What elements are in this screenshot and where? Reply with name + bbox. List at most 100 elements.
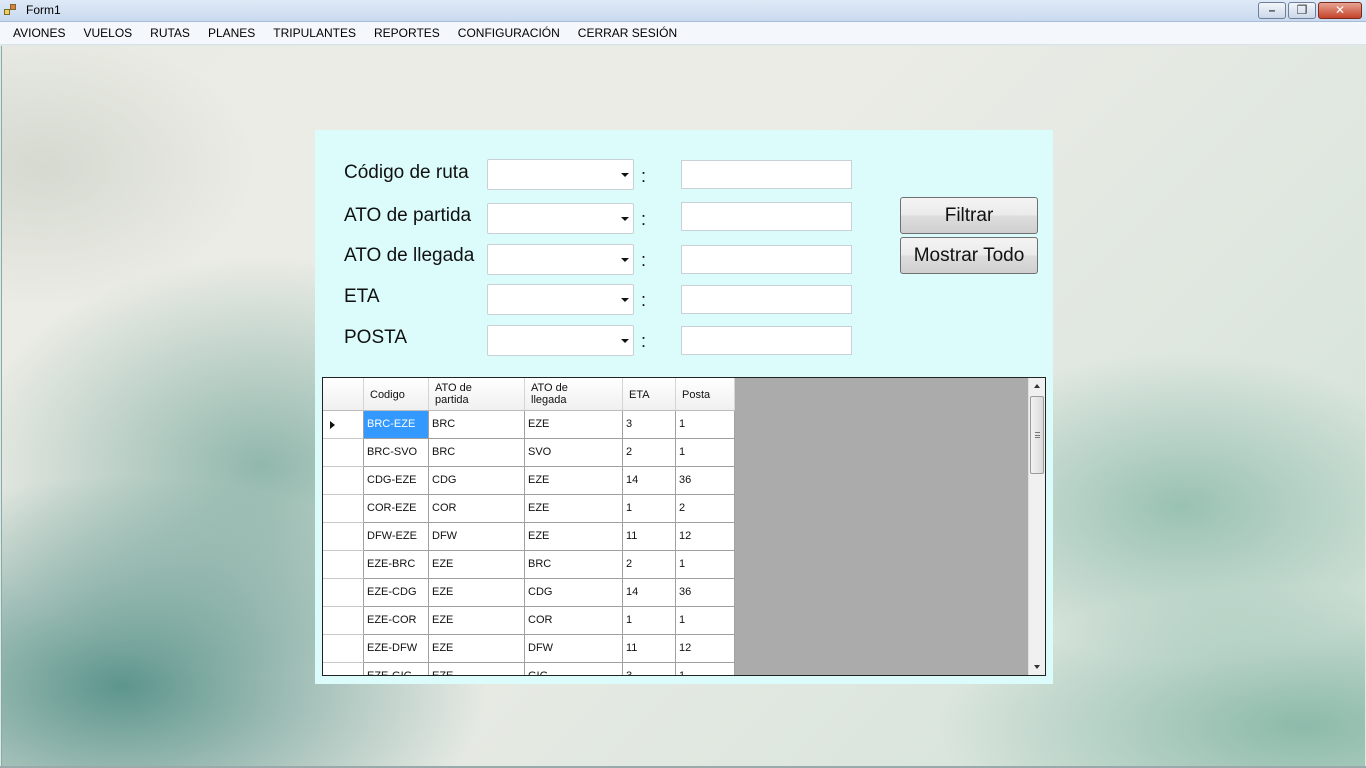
table-row[interactable]: EZE-COR EZE COR 1 1 bbox=[323, 607, 735, 635]
table-cell[interactable]: 3 bbox=[623, 663, 676, 675]
table-cell[interactable]: BRC bbox=[429, 411, 525, 439]
table-cell[interactable]: EZE bbox=[525, 467, 623, 495]
table-cell[interactable]: EZE bbox=[525, 523, 623, 551]
table-cell[interactable]: 1 bbox=[623, 495, 676, 523]
arrival-ato-combo[interactable] bbox=[487, 244, 634, 275]
eta-combo[interactable] bbox=[487, 284, 634, 315]
row-header[interactable] bbox=[323, 607, 364, 635]
table-cell[interactable]: EZE bbox=[429, 579, 525, 607]
table-cell[interactable]: EZE-COR bbox=[364, 607, 429, 635]
column-header-posta[interactable]: Posta bbox=[676, 378, 735, 411]
table-cell[interactable]: EZE-GIG bbox=[364, 663, 429, 675]
table-cell[interactable]: DFW bbox=[429, 523, 525, 551]
table-cell[interactable]: CDG bbox=[525, 579, 623, 607]
table-row[interactable]: CDG-EZE CDG EZE 14 36 bbox=[323, 467, 735, 495]
table-cell[interactable]: 11 bbox=[623, 523, 676, 551]
table-cell[interactable]: EZE-BRC bbox=[364, 551, 429, 579]
table-cell[interactable]: 1 bbox=[623, 607, 676, 635]
table-cell[interactable]: 11 bbox=[623, 635, 676, 663]
route-code-input[interactable] bbox=[681, 160, 852, 189]
posta-input[interactable] bbox=[681, 326, 852, 355]
table-cell[interactable]: 14 bbox=[623, 467, 676, 495]
table-cell[interactable]: SVO bbox=[525, 439, 623, 467]
departure-ato-input[interactable] bbox=[681, 202, 852, 231]
column-header-eta[interactable]: ETA bbox=[623, 378, 676, 411]
table-cell[interactable]: EZE bbox=[429, 607, 525, 635]
table-cell[interactable]: 2 bbox=[623, 551, 676, 579]
table-cell[interactable]: 2 bbox=[623, 439, 676, 467]
table-row[interactable]: BRC-EZE BRC EZE 3 1 bbox=[323, 411, 735, 439]
table-cell[interactable]: COR bbox=[429, 495, 525, 523]
row-header[interactable] bbox=[323, 663, 364, 675]
menu-configuracion[interactable]: CONFIGURACIÓN bbox=[449, 22, 569, 44]
routes-grid[interactable]: Codigo ATO de partida ATO de llegada ETA P… bbox=[322, 377, 1046, 676]
scroll-down-icon[interactable] bbox=[1029, 658, 1045, 675]
arrival-ato-input[interactable] bbox=[681, 245, 852, 274]
column-header-codigo[interactable]: Codigo bbox=[364, 378, 429, 411]
row-header[interactable] bbox=[323, 635, 364, 663]
minimize-button[interactable]: – bbox=[1258, 2, 1286, 19]
column-header-ato-llegada[interactable]: ATO de llegada bbox=[525, 378, 623, 411]
menu-reportes[interactable]: REPORTES bbox=[365, 22, 449, 44]
menu-cerrar-sesion[interactable]: CERRAR SESIÓN bbox=[569, 22, 686, 44]
table-cell[interactable]: EZE bbox=[525, 495, 623, 523]
menu-planes[interactable]: PLANES bbox=[199, 22, 264, 44]
table-cell[interactable]: 1 bbox=[676, 439, 735, 467]
table-cell[interactable]: GIG bbox=[525, 663, 623, 675]
filter-button[interactable]: Filtrar bbox=[900, 197, 1038, 234]
posta-combo[interactable] bbox=[487, 325, 634, 356]
menu-aviones[interactable]: AVIONES bbox=[4, 22, 74, 44]
table-cell[interactable]: CDG-EZE bbox=[364, 467, 429, 495]
table-cell[interactable]: EZE bbox=[429, 663, 525, 675]
table-cell[interactable]: BRC-EZE bbox=[364, 411, 429, 439]
row-header[interactable] bbox=[323, 495, 364, 523]
table-cell[interactable]: 2 bbox=[676, 495, 735, 523]
row-header[interactable] bbox=[323, 439, 364, 467]
table-row[interactable]: BRC-SVO BRC SVO 2 1 bbox=[323, 439, 735, 467]
scroll-up-icon[interactable] bbox=[1029, 378, 1045, 395]
column-header-ato-partida[interactable]: ATO de partida bbox=[429, 378, 525, 411]
table-cell[interactable]: 1 bbox=[676, 607, 735, 635]
table-cell[interactable]: EZE-DFW bbox=[364, 635, 429, 663]
route-code-combo[interactable] bbox=[487, 159, 634, 190]
table-cell[interactable]: EZE-CDG bbox=[364, 579, 429, 607]
table-row[interactable]: EZE-BRC EZE BRC 2 1 bbox=[323, 551, 735, 579]
table-cell[interactable]: 3 bbox=[623, 411, 676, 439]
row-header[interactable] bbox=[323, 579, 364, 607]
restore-button[interactable]: ❐ bbox=[1288, 2, 1316, 19]
table-cell[interactable]: 12 bbox=[676, 635, 735, 663]
table-cell[interactable]: 1 bbox=[676, 411, 735, 439]
table-row[interactable]: COR-EZE COR EZE 1 2 bbox=[323, 495, 735, 523]
table-cell[interactable]: DFW-EZE bbox=[364, 523, 429, 551]
row-header[interactable] bbox=[323, 411, 364, 439]
scroll-thumb[interactable] bbox=[1030, 396, 1044, 474]
row-header[interactable] bbox=[323, 551, 364, 579]
vertical-scrollbar[interactable] bbox=[1028, 378, 1045, 675]
menu-rutas[interactable]: RUTAS bbox=[141, 22, 199, 44]
table-cell[interactable]: 14 bbox=[623, 579, 676, 607]
table-row[interactable]: DFW-EZE DFW EZE 11 12 bbox=[323, 523, 735, 551]
table-cell[interactable]: BRC bbox=[429, 439, 525, 467]
table-cell[interactable]: BRC-SVO bbox=[364, 439, 429, 467]
close-button[interactable]: ✕ bbox=[1318, 2, 1362, 19]
row-header[interactable] bbox=[323, 467, 364, 495]
table-row[interactable]: EZE-DFW EZE DFW 11 12 bbox=[323, 635, 735, 663]
table-cell[interactable]: 36 bbox=[676, 579, 735, 607]
table-row[interactable]: EZE-GIG EZE GIG 3 1 bbox=[323, 663, 735, 675]
menu-vuelos[interactable]: VUELOS bbox=[74, 22, 141, 44]
table-cell[interactable]: DFW bbox=[525, 635, 623, 663]
table-cell[interactable]: CDG bbox=[429, 467, 525, 495]
table-cell[interactable]: EZE bbox=[525, 411, 623, 439]
row-header[interactable] bbox=[323, 523, 364, 551]
table-cell[interactable]: EZE bbox=[429, 551, 525, 579]
table-cell[interactable]: 1 bbox=[676, 551, 735, 579]
table-cell[interactable]: BRC bbox=[525, 551, 623, 579]
eta-input[interactable] bbox=[681, 285, 852, 314]
table-cell[interactable]: COR bbox=[525, 607, 623, 635]
table-cell[interactable]: COR-EZE bbox=[364, 495, 429, 523]
table-cell[interactable]: EZE bbox=[429, 635, 525, 663]
table-row[interactable]: EZE-CDG EZE CDG 14 36 bbox=[323, 579, 735, 607]
table-cell[interactable]: 12 bbox=[676, 523, 735, 551]
menu-tripulantes[interactable]: TRIPULANTES bbox=[264, 22, 365, 44]
table-cell[interactable]: 36 bbox=[676, 467, 735, 495]
